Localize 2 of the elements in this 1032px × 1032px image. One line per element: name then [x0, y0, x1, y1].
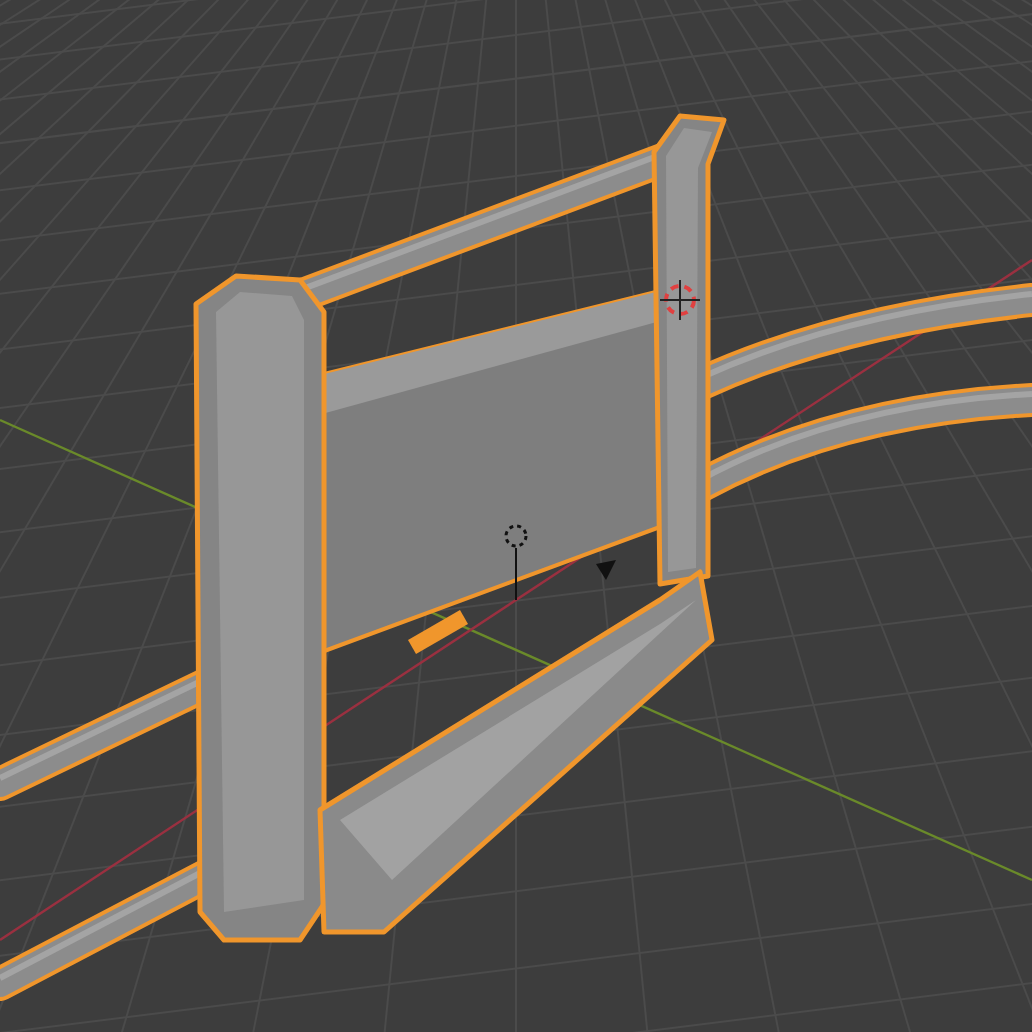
3d-cursor-icon [659, 279, 701, 321]
light-icon [504, 524, 528, 601]
